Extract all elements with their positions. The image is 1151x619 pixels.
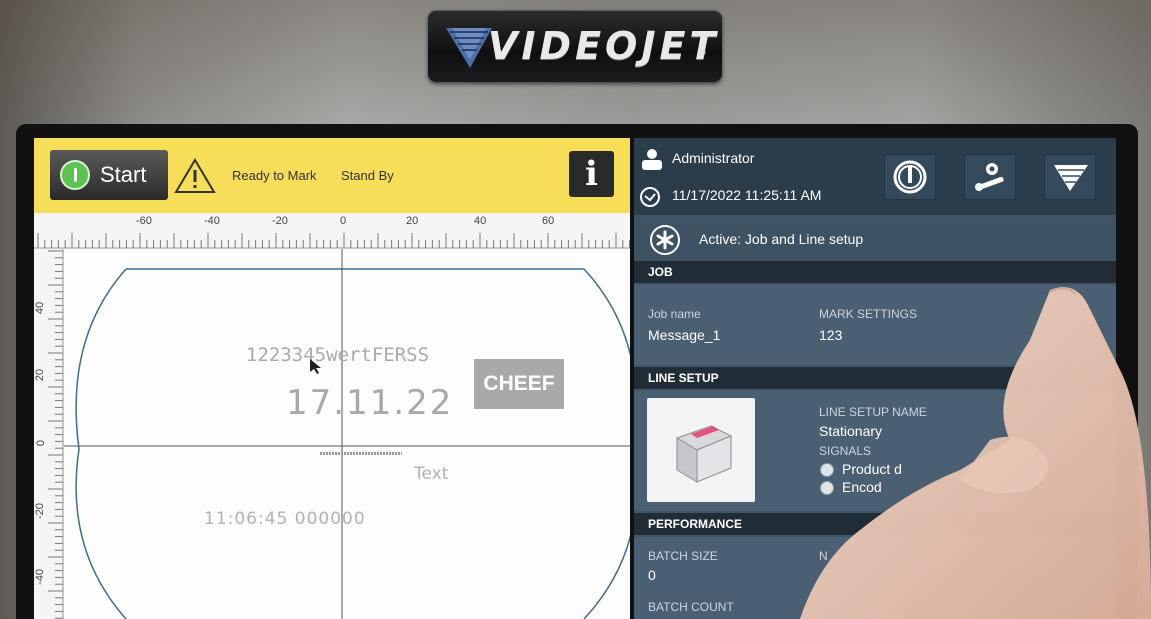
clock-icon	[640, 187, 660, 207]
line-setup-section-header: LINE SETUP	[634, 367, 1116, 389]
horizontal-ruler-ticks	[34, 233, 630, 249]
text-field-1[interactable]: 1223345wertFERSS	[246, 344, 429, 366]
v-tick-label: 0	[35, 439, 48, 447]
start-power-icon	[60, 160, 90, 190]
signal-indicator-2	[820, 481, 834, 495]
h-tick-label: 20	[406, 215, 419, 227]
signals-label: SIGNALS	[819, 444, 872, 458]
h-tick-label: -60	[136, 215, 152, 227]
line-setup-thumbnail[interactable]	[647, 398, 755, 502]
time-counter-field[interactable]: 11:06:45 000000	[204, 509, 366, 529]
start-button[interactable]: Start	[50, 150, 168, 200]
videojet-menu-button[interactable]	[1044, 154, 1096, 200]
info-button[interactable]: i	[569, 151, 614, 197]
performance-partial-label: N	[819, 549, 828, 563]
performance-section[interactable]: BATCH SIZE 0 N BATCH COUNT	[634, 537, 1116, 619]
power-icon	[893, 160, 927, 194]
status-ready-text: Ready to Mark	[232, 168, 317, 183]
batch-count-label: BATCH COUNT	[648, 600, 734, 614]
status-bar: Start Ready to Mark Stand By i	[34, 138, 630, 213]
job-info-panel: Administrator 11/17/2022 11:25:11 AM Act…	[634, 138, 1116, 619]
power-button[interactable]	[884, 154, 936, 200]
videojet-logo-mark-icon	[446, 28, 492, 68]
user-name: Administrator	[672, 150, 755, 166]
batch-size-label: BATCH SIZE	[648, 549, 718, 563]
logo-text: VIDEOJET	[488, 24, 720, 68]
mark-settings-value: 123	[819, 327, 843, 343]
v-tick-label: -20	[34, 503, 46, 519]
marking-canvas[interactable]: 1223345wertFERSS 17.11.22 Text 11:06:45 …	[64, 249, 630, 619]
watermark-badge: CHEEF	[474, 359, 564, 409]
active-status-text: Active: Job and Line setup	[699, 231, 864, 247]
box-product-icon	[675, 425, 733, 483]
signal-2-label: Encod	[842, 479, 882, 495]
line-setup-name-value: Stationary	[819, 423, 883, 439]
videojet-logo-plate: VIDEOJET ®	[428, 10, 722, 82]
small-barcode[interactable]	[320, 452, 402, 455]
mark-settings-label: MARK SETTINGS	[819, 307, 918, 321]
panel-header: Administrator 11/17/2022 11:25:11 AM	[634, 138, 1116, 215]
h-tick-label: 60	[542, 215, 555, 227]
asterisk-status-icon	[650, 225, 680, 255]
videojet-menu-icon	[1054, 165, 1088, 191]
user-icon	[642, 149, 662, 170]
mouse-cursor-icon	[310, 359, 321, 374]
preview-panel: Start Ready to Mark Stand By i -60 -40 -…	[34, 138, 630, 619]
line-setup-name-label: LINE SETUP NAME	[819, 405, 927, 419]
status-standby-text: Stand By	[341, 168, 394, 183]
v-tick-label: 40	[34, 301, 47, 315]
marking-field-outline	[64, 249, 630, 619]
v-tick-label: -40	[34, 569, 46, 585]
batch-size-value: 0	[648, 567, 656, 583]
active-job-row[interactable]: Active: Job and Line setup	[634, 219, 1116, 259]
signal-1-label: Product d	[842, 461, 902, 477]
vertical-ruler: 40 20 0 -20 -40	[34, 249, 64, 619]
horizontal-ruler: -60 -40 -20 0 20 40 60	[34, 213, 630, 249]
date-field[interactable]: 17.11.22	[286, 383, 453, 423]
h-tick-label: -40	[204, 215, 220, 227]
v-tick-label: 20	[34, 368, 47, 382]
start-button-label: Start	[100, 162, 147, 187]
h-tick-label: 0	[340, 215, 347, 227]
text-field-2[interactable]: Text	[414, 464, 448, 484]
performance-section-header: PERFORMANCE	[634, 513, 1116, 535]
warning-icon	[174, 158, 216, 193]
h-tick-label: -20	[272, 215, 288, 227]
job-section-header: JOB	[634, 261, 1116, 283]
signal-indicator-1	[820, 463, 834, 477]
job-name-label: Job name	[648, 307, 701, 321]
h-tick-label: 40	[474, 215, 487, 227]
logo-registered-mark: ®	[696, 46, 707, 59]
job-section[interactable]: Job name Message_1 MARK SETTINGS 123	[634, 285, 1116, 365]
date-time: 11/17/2022 11:25:11 AM	[672, 187, 822, 203]
service-button[interactable]	[964, 154, 1016, 200]
service-tools-icon	[975, 163, 1004, 191]
job-name-value: Message_1	[648, 327, 721, 343]
